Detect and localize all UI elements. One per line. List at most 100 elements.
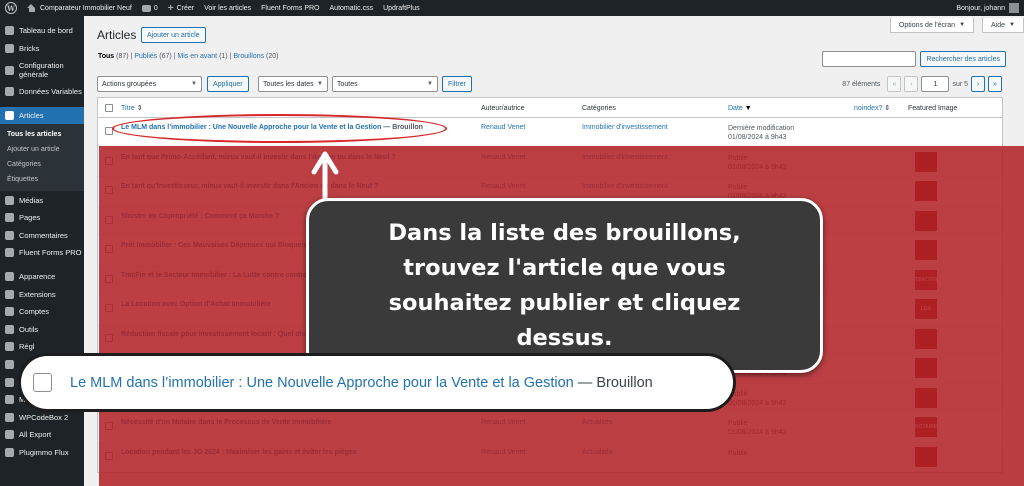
sidebar-item-all-export[interactable]: All Export (0, 426, 84, 444)
wordpress-logo-button[interactable]: W (0, 0, 22, 16)
filter-published[interactable]: Publiés (67) (134, 53, 171, 60)
export-icon (5, 430, 14, 440)
caret-down-icon: ▼ (1009, 22, 1015, 28)
sidebar-item-fluent-forms[interactable]: Fluent Forms PRO (0, 244, 84, 262)
admin-sidebar: Tableau de bord Bricks Configuration gén… (0, 16, 84, 486)
next-page-button[interactable]: › (971, 76, 985, 92)
zoomed-draft-title[interactable]: Le MLM dans l’immobilier : Une Nouvelle … (70, 375, 653, 391)
database-icon (5, 87, 14, 97)
user-icon (5, 307, 14, 317)
sidebar-item-pages[interactable]: Pages (0, 209, 84, 227)
apply-button[interactable]: Appliquer (207, 76, 249, 92)
sidebar-item-plugimmo-flux[interactable]: Plugimmo Flux (0, 444, 84, 462)
column-featured-image: Featured Image (908, 104, 958, 112)
view-posts-link[interactable]: Voir les articles (199, 0, 256, 16)
last-page-button[interactable]: » (988, 76, 1002, 92)
chevron-down-icon: ▼ (317, 81, 323, 87)
sidebar-item-users[interactable]: Comptes (0, 303, 84, 321)
highlight-ring (112, 114, 447, 143)
wrench-icon (5, 324, 14, 334)
form-icon (5, 248, 14, 258)
screen-options-button[interactable]: Options de l'écran ▼ (889, 18, 975, 33)
menu-icon (5, 377, 14, 387)
zoomed-draft-row[interactable]: Le MLM dans l’immobilier : Une Nouvelle … (18, 353, 736, 412)
sidebar-item-posts[interactable]: Articles (0, 106, 84, 125)
status-filters: Tous (87) | Publiés (67) | Mis en avant … (98, 53, 279, 60)
automatic-css-link[interactable]: Automatic.css (325, 0, 379, 16)
dashboard-icon (5, 26, 14, 36)
metabox-icon (5, 395, 14, 405)
site-name-link[interactable]: Comparateur Immobilier Neuf (22, 0, 137, 16)
bulk-actions-select[interactable]: Actions groupées ▼ (97, 76, 202, 92)
sidebar-item-appearance[interactable]: Apparence (0, 268, 84, 286)
fluent-forms-link[interactable]: Fluent Forms PRO (256, 0, 324, 16)
submenu-categories[interactable]: Catégories (0, 157, 84, 172)
add-new-post-button[interactable]: Ajouter un article (141, 27, 206, 43)
wordpress-icon: W (5, 2, 17, 14)
column-noindex[interactable]: noindex? ⇕ (854, 98, 890, 118)
search-input[interactable] (822, 51, 916, 67)
column-title[interactable]: Titre ⇕ (121, 98, 143, 118)
sidebar-item-variable-data[interactable]: Données Variables (0, 83, 84, 101)
gear-icon (5, 65, 14, 75)
help-button[interactable]: Aide ▼ (982, 18, 1024, 33)
sidebar-item-plugins[interactable]: Extensions (0, 285, 84, 303)
chevron-down-icon: ▼ (191, 81, 197, 87)
dates-filter-select[interactable]: Toutes les dates ▼ (258, 76, 328, 92)
page-title: Articles (97, 28, 137, 42)
instruction-text: Dans la liste des brouillons, trouvez l'… (388, 219, 741, 351)
sidebar-item-tools[interactable]: Outils (0, 321, 84, 339)
pagination: 87 éléments « ‹ 1 sur 5 › » (842, 76, 1002, 92)
media-icon (5, 195, 14, 205)
plus-icon: + (167, 2, 174, 14)
sort-icon: ⇕ (884, 105, 891, 112)
posts-submenu: Tous les articles Ajouter un article Cat… (0, 124, 84, 192)
column-author: Auteur/autrice (481, 104, 525, 112)
table-nav: Actions groupées ▼ Appliquer Toutes les d… (97, 76, 1002, 92)
sidebar-item-media[interactable]: Médias (0, 191, 84, 209)
updraftplus-link[interactable]: UpdraftPlus (378, 0, 425, 16)
post-category-link[interactable]: Immobilier d'investissement (582, 124, 668, 131)
screen-meta-tabs: Options de l'écran ▼ Aide ▼ (889, 18, 1024, 33)
search-posts-button[interactable]: Rechercher des articles (920, 51, 1006, 67)
sidebar-item-dashboard[interactable]: Tableau de bord (0, 22, 84, 40)
settings-icon (5, 342, 14, 352)
prev-page-button[interactable]: ‹ (904, 76, 919, 92)
filter-sticky[interactable]: Mis en avant (1) (177, 53, 227, 60)
first-page-button[interactable]: « (887, 76, 902, 92)
new-content-link[interactable]: + Créer (163, 0, 199, 16)
column-date[interactable]: Date ▼ (728, 98, 752, 118)
current-page-input[interactable]: 1 (921, 76, 950, 92)
total-pages: sur 5 (952, 80, 968, 88)
comment-icon (141, 4, 151, 12)
flux-icon (5, 447, 14, 457)
submenu-all-posts[interactable]: Tous les articles (0, 127, 84, 142)
filter-all[interactable]: Tous (87) (98, 53, 129, 60)
avatar (1009, 3, 1019, 13)
submenu-tags[interactable]: Étiquettes (0, 172, 84, 187)
admin-bar: W Comparateur Immobilier Neuf 0 + Créer V… (0, 0, 1024, 16)
bricks-icon (5, 43, 14, 53)
page-icon (5, 213, 14, 223)
comment-icon (5, 230, 14, 240)
plugin-icon (5, 289, 14, 299)
post-author-link[interactable]: Renaud Venet (481, 124, 525, 131)
column-categories: Catégories (582, 104, 616, 112)
select-all-checkbox[interactable] (105, 98, 113, 118)
comments-link[interactable]: 0 (137, 0, 163, 16)
instruction-callout: Dans la liste des brouillons, trouvez l'… (306, 198, 823, 373)
sidebar-item-comments[interactable]: Commentaires (0, 227, 84, 245)
chevron-down-icon: ▼ (427, 81, 433, 87)
category-filter-select[interactable]: Toutes ▼ (332, 76, 438, 92)
sidebar-item-general-config[interactable]: Configuration générale (0, 57, 84, 83)
submenu-add-post[interactable]: Ajouter un article (0, 142, 84, 157)
sort-desc-icon: ▼ (744, 104, 752, 112)
caret-down-icon: ▼ (959, 22, 966, 28)
sidebar-item-bricks[interactable]: Bricks (0, 40, 84, 58)
brush-icon (5, 272, 14, 282)
filter-drafts[interactable]: Brouillons (20) (233, 53, 278, 60)
post-date: Dernière modification 01/08/2024 à 9h43 (728, 125, 795, 141)
row-checkbox[interactable] (33, 373, 52, 392)
filter-button[interactable]: Filtrer (442, 76, 472, 92)
account-menu[interactable]: Bonjour, johann (956, 3, 1024, 13)
